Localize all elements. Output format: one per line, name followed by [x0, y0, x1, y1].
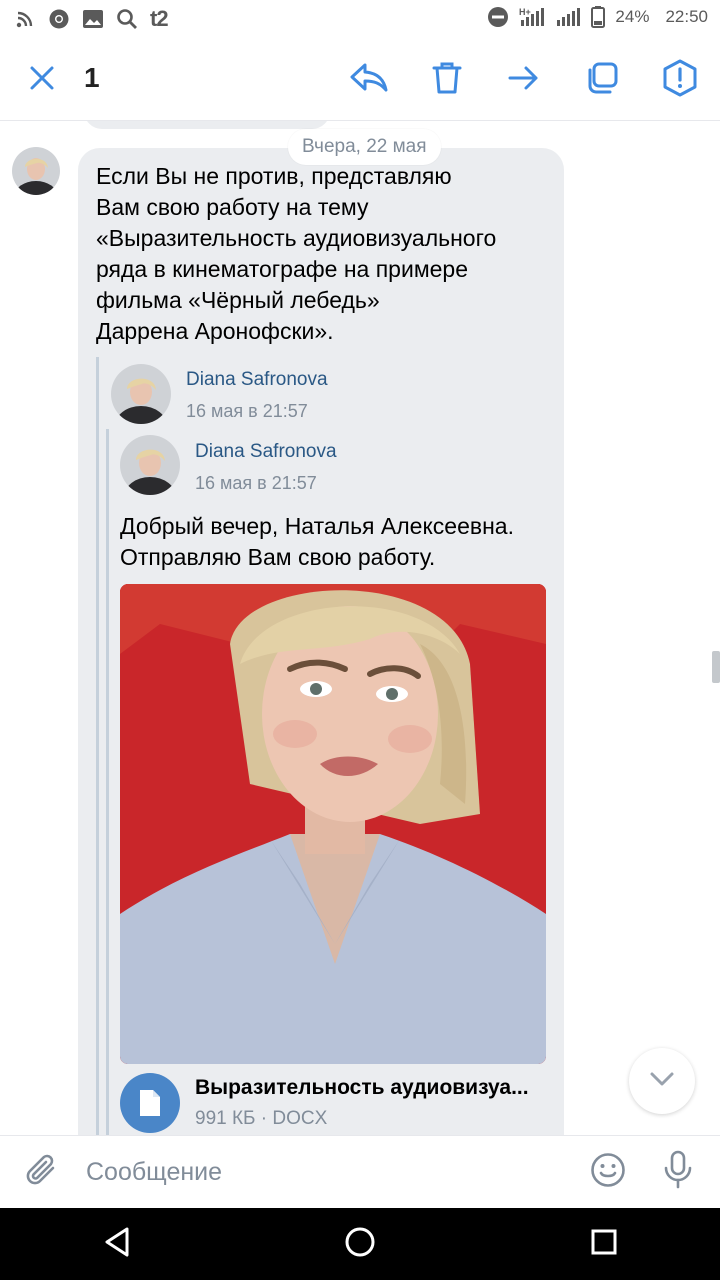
document-meta: 991 КБ · DOCX	[195, 1108, 328, 1129]
document-icon	[120, 1073, 180, 1133]
message-composer	[0, 1135, 720, 1209]
previous-message-bubble[interactable]	[84, 121, 330, 129]
carrier-label: t2	[150, 6, 169, 31]
forwarded-author-name[interactable]: Diana Safronova	[186, 369, 328, 391]
document-title: Выразительность аудиовизуа...	[195, 1076, 529, 1099]
signal-h-icon: H+	[519, 6, 545, 28]
rss-icon	[14, 8, 36, 30]
chat-history[interactable]: Вчера, 22 мая Если Вы не против, предста…	[0, 121, 720, 1135]
scrollbar-thumb[interactable]	[712, 651, 720, 683]
document-attachment[interactable]: Выразительность аудиовизуа... 991 КБ · D…	[120, 1073, 550, 1135]
close-icon	[28, 64, 56, 97]
copy-icon	[585, 61, 619, 100]
reply-button[interactable]	[347, 58, 391, 102]
date-separator: Вчера, 22 мая	[288, 129, 441, 165]
forward-button[interactable]	[502, 58, 546, 102]
forwarded-author-avatar[interactable]	[111, 364, 171, 424]
message-input[interactable]	[86, 1154, 566, 1190]
chrome-icon	[48, 8, 70, 30]
nested-forwarded-date: 16 мая в 21:57	[195, 473, 317, 493]
search-icon	[116, 8, 138, 30]
reply-icon	[349, 62, 389, 99]
signal-icon	[555, 6, 581, 28]
svg-text:H+: H+	[519, 7, 531, 17]
battery-icon	[591, 6, 606, 28]
do-not-disturb-icon	[487, 6, 509, 28]
forward-icon	[507, 64, 541, 97]
nested-forward-quote-bar	[106, 429, 109, 1135]
copy-button[interactable]	[580, 58, 624, 102]
delete-button[interactable]	[425, 58, 469, 102]
photo-attachment[interactable]	[120, 584, 546, 1064]
paperclip-icon	[25, 1152, 59, 1193]
home-button[interactable]	[340, 1224, 380, 1264]
report-icon	[661, 59, 699, 102]
close-button[interactable]	[20, 58, 64, 102]
smile-icon	[590, 1152, 626, 1193]
back-button[interactable]	[97, 1224, 137, 1264]
recents-button[interactable]	[584, 1224, 624, 1264]
battery-percent: 24%	[615, 7, 650, 26]
screen: t2 H+ 24% 22:50 1 Вчера, 22 мая Если Вы …	[0, 0, 720, 1280]
forwarded-date: 16 мая в 21:57	[186, 401, 308, 421]
delete-icon	[431, 61, 463, 100]
avatar[interactable]	[12, 147, 60, 195]
selected-count: 1	[84, 62, 100, 93]
report-button[interactable]	[658, 58, 702, 102]
back-triangle-icon	[102, 1226, 132, 1263]
voice-message-button[interactable]	[658, 1150, 698, 1194]
message-text: Если Вы не против, представляю Вам свою …	[96, 163, 497, 344]
nested-forwarded-text: Добрый вечер, Наталья Алексеевна. Отправ…	[120, 513, 514, 570]
microphone-icon	[663, 1150, 693, 1195]
status-bar: t2 H+ 24% 22:50	[0, 0, 720, 38]
nested-forwarded-author-name[interactable]: Diana Safronova	[195, 441, 337, 463]
nested-forwarded-author-avatar[interactable]	[120, 435, 180, 495]
emoji-button[interactable]	[588, 1152, 628, 1192]
clock: 22:50	[665, 7, 708, 26]
gallery-icon	[82, 8, 104, 30]
recents-square-icon	[590, 1228, 618, 1261]
home-circle-icon	[344, 1226, 376, 1263]
selection-toolbar: 1	[0, 38, 720, 121]
forward-quote-bar	[96, 357, 99, 1135]
chevron-down-icon	[649, 1071, 675, 1092]
attach-button[interactable]	[22, 1152, 62, 1192]
system-navigation-bar	[0, 1208, 720, 1280]
scroll-down-button[interactable]	[629, 1048, 695, 1114]
